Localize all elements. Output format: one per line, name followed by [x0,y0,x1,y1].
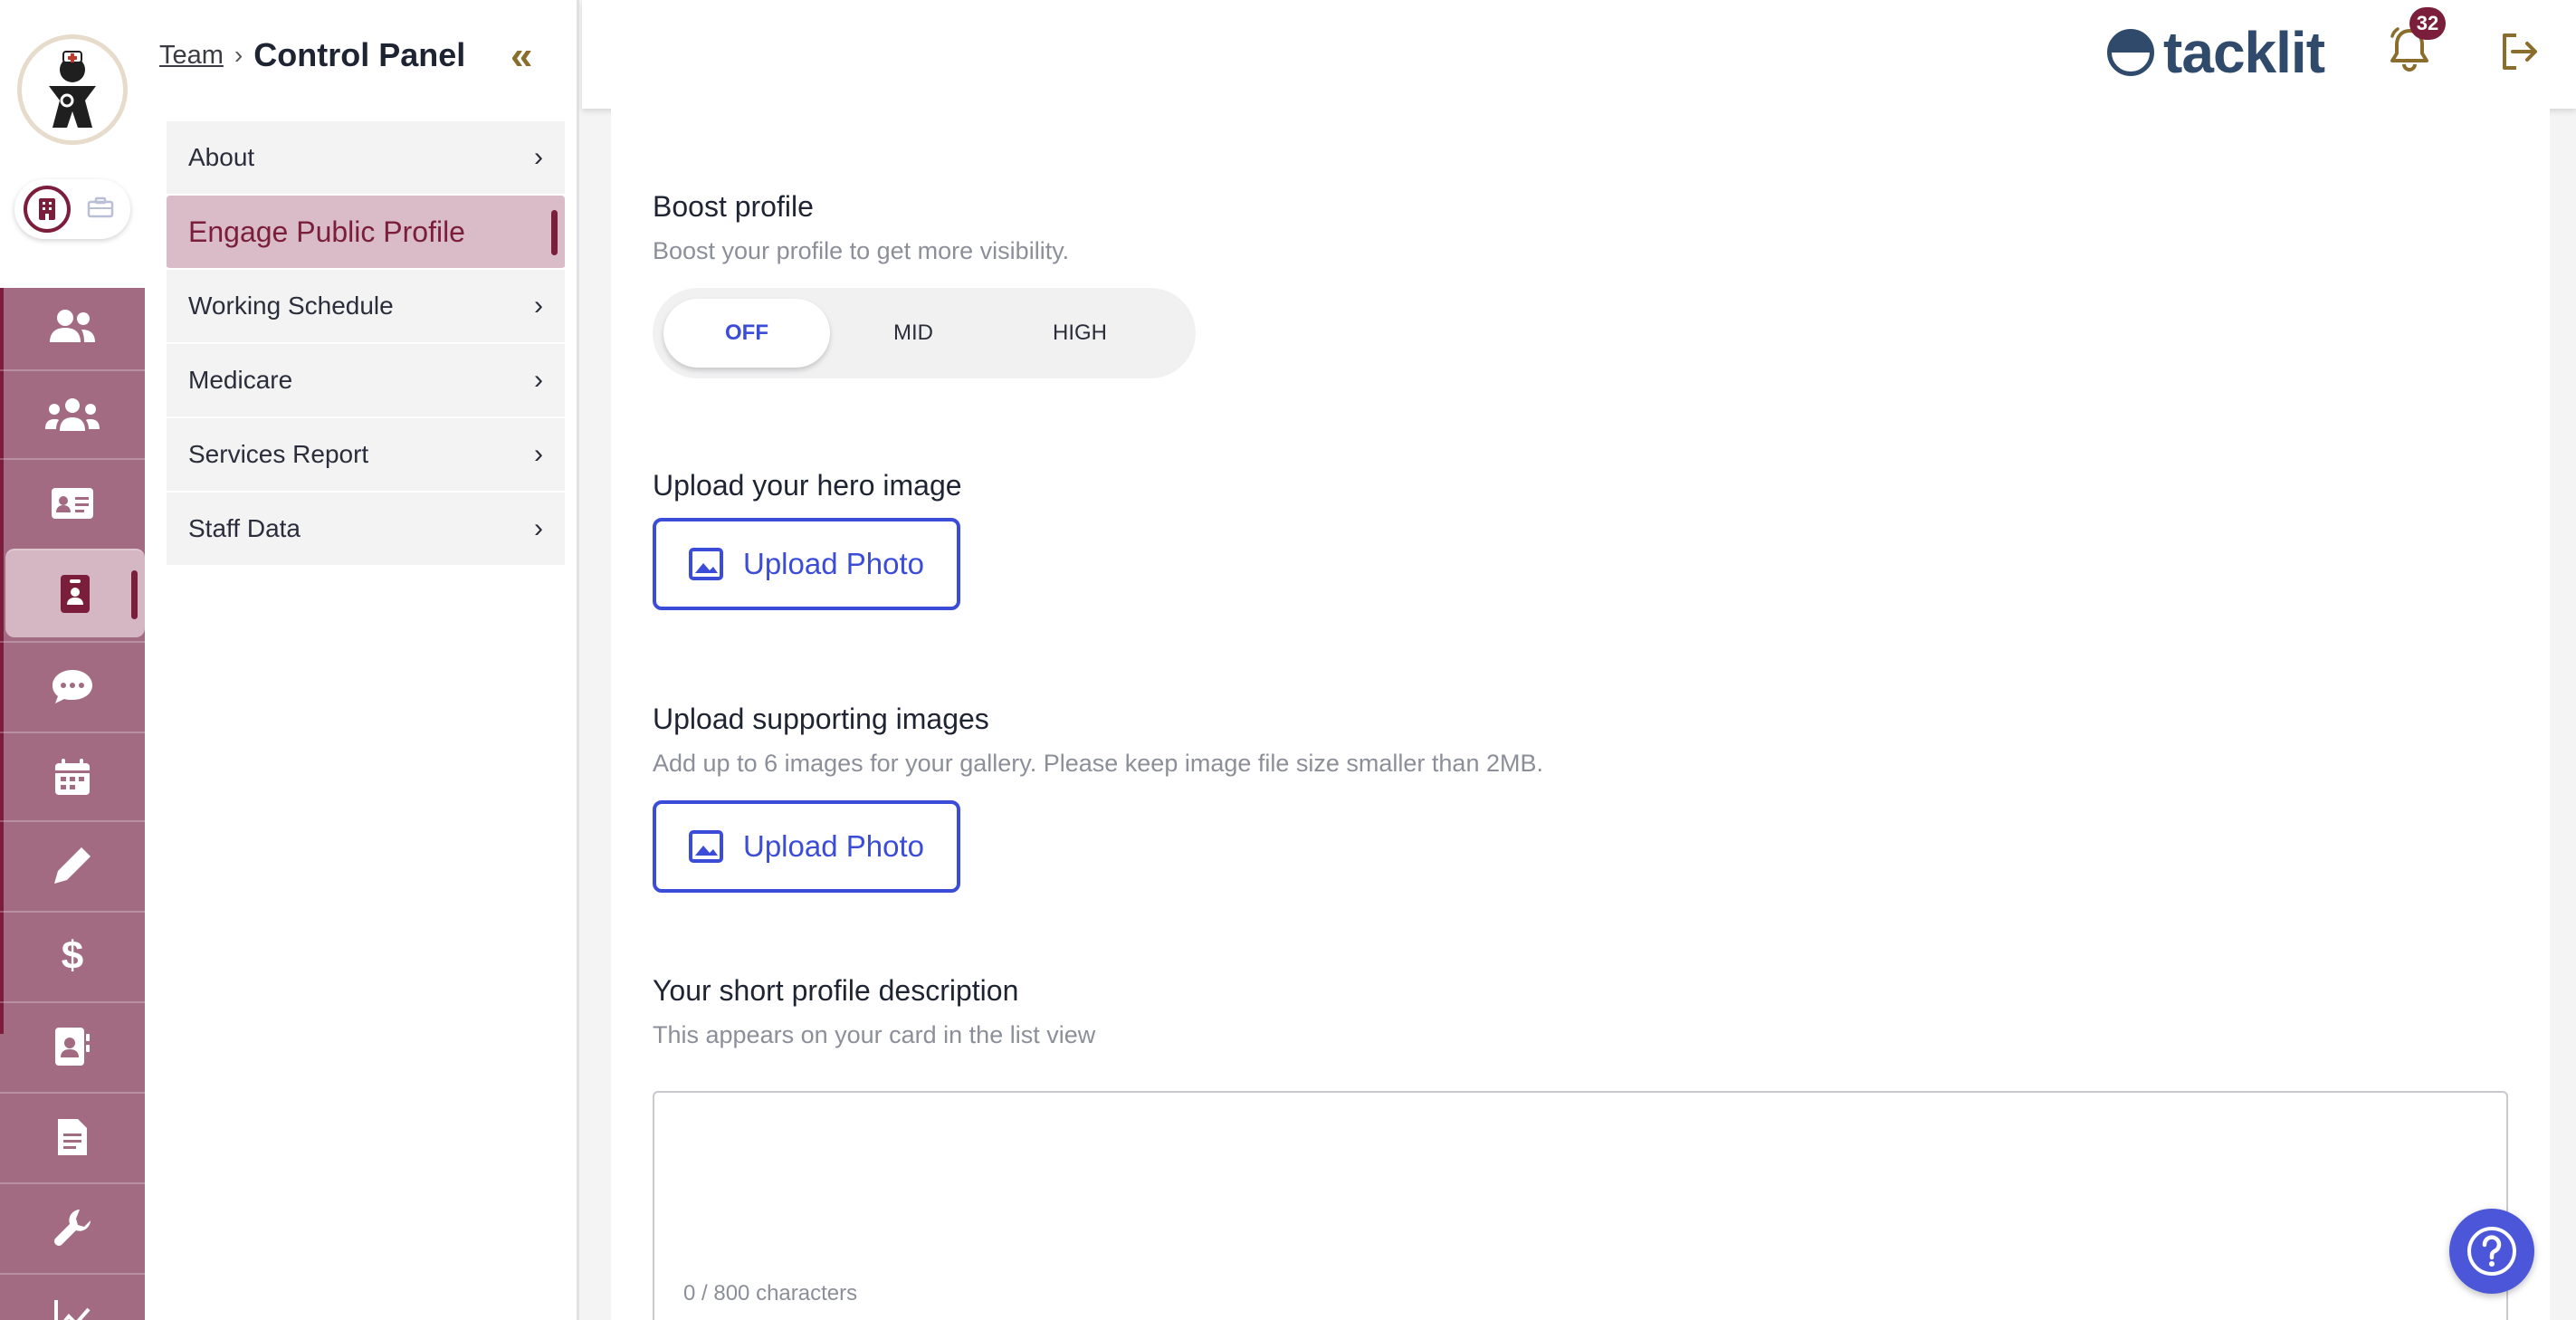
top-header: tacklit 32 [582,0,2576,109]
menu-item-label: Engage Public Profile [188,215,465,248]
icon-rail: $ [0,0,145,1320]
menu-item-engage-public-profile[interactable]: Engage Public Profile [167,196,565,270]
short-description-title: Your short profile description [653,974,1019,1007]
briefcase-icon[interactable] [87,196,114,223]
chevron-right-icon: › [534,142,543,172]
notification-badge: 32 [2409,7,2446,40]
hero-image-title: Upload your hero image [653,469,962,502]
rail-item-messages[interactable] [0,641,145,730]
upload-photo-label: Upload Photo [743,547,924,580]
menu-item-label: Services Report [188,440,369,468]
profile-content: Boost profile Boost your profile to get … [611,109,2550,1320]
character-counter: 0 / 800 characters [683,1281,858,1306]
upload-supporting-photo-button[interactable]: Upload Photo [653,800,960,893]
rail-item-analytics[interactable] [0,1273,145,1320]
brand-mark-icon [2107,29,2155,76]
menu-item-staff-data[interactable]: Staff Data › [167,493,565,567]
users-icon [50,310,95,342]
boost-title: Boost profile [653,190,814,223]
page-title: Control Panel [253,36,466,73]
rail-item-settings[interactable] [0,1182,145,1271]
boost-option-mid[interactable]: MID [830,299,997,368]
menu-item-services-report[interactable]: Services Report › [167,418,565,493]
supporting-images-title: Upload supporting images [653,703,989,735]
document-icon [58,1119,87,1155]
workspace-toggle[interactable] [14,179,130,239]
nurse-mascot-icon [49,51,96,128]
app-root: $ Team › Control Panel « About › Engage … [0,0,2576,1320]
brand-name: tacklit [2163,20,2325,85]
menu-item-medicare[interactable]: Medicare › [167,344,565,418]
chevron-right-icon: › [534,291,543,320]
supporting-images-subtitle: Add up to 6 images for your gallery. Ple… [653,750,1543,777]
rail-item-contacts[interactable] [0,458,145,547]
menu-item-label: Medicare [188,366,293,394]
dollar-icon: $ [61,933,84,978]
upload-hero-photo-button[interactable]: Upload Photo [653,518,960,610]
short-description-subtitle: This appears on your card in the list vi… [653,1021,1096,1048]
image-icon [689,548,723,580]
menu-item-about[interactable]: About › [167,121,565,196]
logout-icon[interactable] [2500,33,2538,75]
rail-item-notes[interactable] [0,820,145,909]
id-card-icon [52,488,93,519]
chevron-right-icon: › [534,365,543,395]
calendar-icon [55,759,90,795]
building-icon[interactable] [24,186,71,233]
question-mark-icon [2467,1227,2516,1276]
rail-item-billing[interactable]: $ [0,911,145,1000]
menu-item-working-schedule[interactable]: Working Schedule › [167,270,565,344]
chat-icon [52,670,92,703]
breadcrumb: Team › Control Panel [159,36,465,74]
rail-item-profile[interactable] [5,549,145,637]
help-button[interactable] [2449,1209,2534,1294]
boost-option-off[interactable]: OFF [663,299,830,368]
collapse-sidebar-icon[interactable]: « [510,36,532,76]
boost-subtitle: Boost your profile to get more visibilit… [653,237,1070,264]
upload-photo-label: Upload Photo [743,829,924,863]
rail-item-calendar[interactable] [0,732,145,820]
breadcrumb-team-link[interactable]: Team [159,41,224,71]
chevron-right-icon: › [534,513,543,543]
user-group-icon [45,398,100,431]
control-panel-sidebar: Team › Control Panel « About › Engage Pu… [145,0,579,1320]
wrench-icon [54,1210,91,1246]
address-book-icon [55,1028,90,1066]
menu-item-label: Staff Data [188,514,301,542]
menu-item-label: About [188,143,255,171]
rail-item-groups[interactable] [0,369,145,458]
badge-icon [61,575,90,613]
pencil-icon [54,847,91,884]
boost-level-selector: OFF MID HIGH [653,288,1196,378]
rail-item-address-book[interactable] [0,1001,145,1090]
boost-option-high[interactable]: HIGH [997,299,1163,368]
chevron-right-icon: › [234,41,243,69]
clinic-logo[interactable] [17,34,128,145]
image-icon [689,830,723,863]
chart-icon [54,1300,91,1320]
rail-item-reports[interactable] [0,1092,145,1181]
chevron-right-icon: › [534,439,543,469]
brand-logo[interactable]: tacklit [2107,20,2325,85]
control-panel-menu: About › Engage Public Profile Working Sc… [167,121,565,567]
menu-item-label: Working Schedule [188,292,394,320]
short-description-textarea[interactable] [653,1091,2508,1320]
rail-item-clients[interactable] [0,281,145,369]
